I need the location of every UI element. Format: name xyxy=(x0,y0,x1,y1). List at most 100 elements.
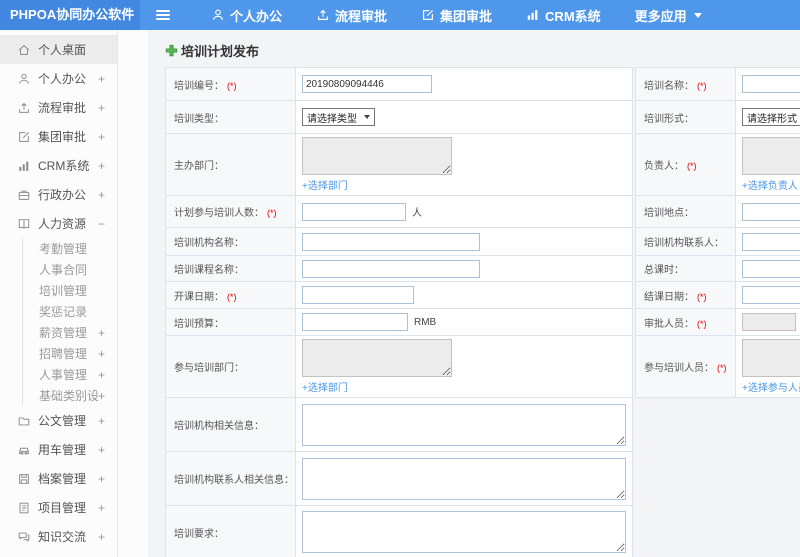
select-department-link[interactable]: +选择部门 xyxy=(302,181,348,192)
upload-icon xyxy=(17,101,31,115)
top-bar: PHPOA协同办公软件 个人办公 流程审批 集团审批 CRM系统 更多应用 xyxy=(0,0,800,30)
book-icon xyxy=(17,217,31,231)
training-no-input[interactable] xyxy=(302,75,432,93)
select-participants-link[interactable]: +选择参与人员 xyxy=(742,383,800,394)
sidebar-subitem-rewards[interactable]: 奖惩记录 xyxy=(23,301,117,322)
training-form-right: 培训名称： (*) 培训形式： 请选择形式 负责人： (*) +选择负责人 培训… xyxy=(635,67,800,398)
select-leader-link[interactable]: +选择负责人 xyxy=(742,181,798,192)
training-name-input[interactable] xyxy=(742,75,800,93)
select-department-link[interactable]: +选择部门 xyxy=(302,383,348,394)
budget-input[interactable] xyxy=(302,313,408,331)
org-name-input[interactable] xyxy=(302,232,480,251)
host-dept-textarea[interactable] xyxy=(302,137,452,175)
training-requirements-textarea[interactable] xyxy=(302,511,626,553)
sidebar-item-hr[interactable]: 人力资源 − xyxy=(0,209,117,238)
sidebar-item-personal-office[interactable]: 个人办公 + xyxy=(0,64,117,93)
nav-label: 集团审批 xyxy=(440,8,493,24)
required-marker: (*) xyxy=(267,208,277,218)
top-navigation: 个人办公 流程审批 集团审批 CRM系统 更多应用 xyxy=(194,0,719,30)
planned-participants-input[interactable] xyxy=(302,202,406,221)
required-marker: (*) xyxy=(697,80,707,91)
collapse-minus[interactable]: − xyxy=(98,217,105,231)
field-label: 培训类型： xyxy=(174,113,224,125)
sidebar-menu: 个人桌面 个人办公 + 流程审批 + 集团审批 + CRM系统 + 行政办公 +… xyxy=(0,30,118,557)
field-label: 培训机构相关信息： xyxy=(174,421,264,432)
car-icon xyxy=(17,443,31,457)
sidebar-item-document-mgmt[interactable]: 公文管理 + xyxy=(0,406,117,435)
expand-plus[interactable]: + xyxy=(98,389,105,403)
nav-workflow-approval[interactable]: 流程审批 xyxy=(299,0,404,30)
total-hours-input[interactable] xyxy=(742,259,800,278)
nav-personal-office[interactable]: 个人办公 xyxy=(194,0,299,30)
sidebar-hr-submenu: 考勤管理 人事合同 培训管理 奖惩记录 薪资管理 + 招聘管理 + 人事管理 +… xyxy=(22,238,117,406)
expand-plus[interactable]: + xyxy=(98,414,105,428)
sidebar-subitem-hr-contract[interactable]: 人事合同 xyxy=(23,259,117,280)
expand-plus[interactable]: + xyxy=(98,159,105,173)
field-label: 参与培训人员： xyxy=(644,363,714,374)
sidebar-item-group-approval[interactable]: 集团审批 + xyxy=(0,122,117,151)
chat-icon xyxy=(17,530,31,544)
training-form-select[interactable]: 请选择形式 xyxy=(742,108,800,126)
nav-group-approval[interactable]: 集团审批 xyxy=(404,0,509,30)
participants-textarea[interactable] xyxy=(742,339,800,377)
currency-suffix: RMB xyxy=(414,316,437,328)
participating-depts-textarea[interactable] xyxy=(302,339,452,377)
expand-plus[interactable]: + xyxy=(98,530,105,544)
required-marker: (*) xyxy=(697,318,707,329)
edit-icon xyxy=(421,8,435,22)
expand-plus[interactable]: + xyxy=(98,101,105,115)
approver-input[interactable] xyxy=(742,313,796,331)
end-date-input[interactable] xyxy=(742,286,800,304)
field-label: 培训机构联系人相关信息： xyxy=(174,475,294,486)
sidebar-item-workflow-approval[interactable]: 流程审批 + xyxy=(0,93,117,122)
sidebar-item-crm[interactable]: CRM系统 + xyxy=(0,151,117,180)
expand-plus[interactable]: + xyxy=(98,368,105,382)
sidebar-item-knowledge-exchange[interactable]: 知识交流 + xyxy=(0,522,117,551)
start-date-input[interactable] xyxy=(302,286,414,304)
nav-crm-system[interactable]: CRM系统 xyxy=(509,0,618,30)
sidebar-subitem-training-mgmt[interactable]: 培训管理 xyxy=(23,280,117,301)
field-label: 培训要求： xyxy=(174,528,224,540)
sidebar-item-archives-mgmt[interactable]: 档案管理 + xyxy=(0,464,117,493)
required-marker: (*) xyxy=(227,291,237,302)
sidebar-subitem-base-category[interactable]: 基础类别设置 + xyxy=(23,385,117,406)
field-label: 培训机构名称： xyxy=(174,238,244,249)
home-icon xyxy=(17,43,31,57)
sidebar-subitem-recruitment[interactable]: 招聘管理 + xyxy=(23,343,117,364)
sidebar-item-project-mgmt[interactable]: 项目管理 + xyxy=(0,493,117,522)
training-type-select[interactable]: 请选择类型 xyxy=(302,108,375,126)
nav-label: 更多应用 xyxy=(634,8,687,24)
sidebar-subitem-salary[interactable]: 薪资管理 + xyxy=(23,322,117,343)
expand-plus[interactable]: + xyxy=(98,326,105,340)
hamburger-menu-icon[interactable] xyxy=(156,10,170,20)
training-place-input[interactable] xyxy=(742,202,800,221)
sidebar-item-admin-office[interactable]: 行政办公 + xyxy=(0,180,117,209)
expand-plus[interactable]: + xyxy=(98,443,105,457)
field-label: 负责人： xyxy=(644,161,684,172)
org-info-textarea[interactable] xyxy=(302,403,626,446)
required-marker: (*) xyxy=(687,161,697,171)
nav-label: CRM系统 xyxy=(545,8,601,24)
expand-plus[interactable]: + xyxy=(98,130,105,144)
org-contact-input[interactable] xyxy=(742,232,800,251)
leader-textarea[interactable] xyxy=(742,137,800,175)
sidebar: 个人桌面 个人办公 + 流程审批 + 集团审批 + CRM系统 + 行政办公 +… xyxy=(0,30,148,557)
field-label: 培训名称： xyxy=(644,80,694,92)
expand-plus[interactable]: + xyxy=(98,501,105,515)
field-label: 开课日期： xyxy=(174,291,224,303)
nav-more-apps[interactable]: 更多应用 xyxy=(618,0,719,30)
edit-icon xyxy=(17,130,31,144)
user-icon xyxy=(211,8,225,22)
folder-icon xyxy=(17,414,31,428)
expand-plus[interactable]: + xyxy=(98,188,105,202)
sidebar-item-personal-desktop[interactable]: 个人桌面 xyxy=(0,35,117,64)
org-contact-info-textarea[interactable] xyxy=(302,457,626,500)
expand-plus[interactable]: + xyxy=(98,347,105,361)
upload-icon xyxy=(316,8,330,22)
sidebar-item-vehicle-mgmt[interactable]: 用车管理 + xyxy=(0,435,117,464)
sidebar-subitem-personnel[interactable]: 人事管理 + xyxy=(23,364,117,385)
sidebar-subitem-attendance[interactable]: 考勤管理 xyxy=(23,238,117,259)
expand-plus[interactable]: + xyxy=(98,472,105,486)
course-name-input[interactable] xyxy=(302,259,480,278)
expand-plus[interactable]: + xyxy=(98,72,105,86)
